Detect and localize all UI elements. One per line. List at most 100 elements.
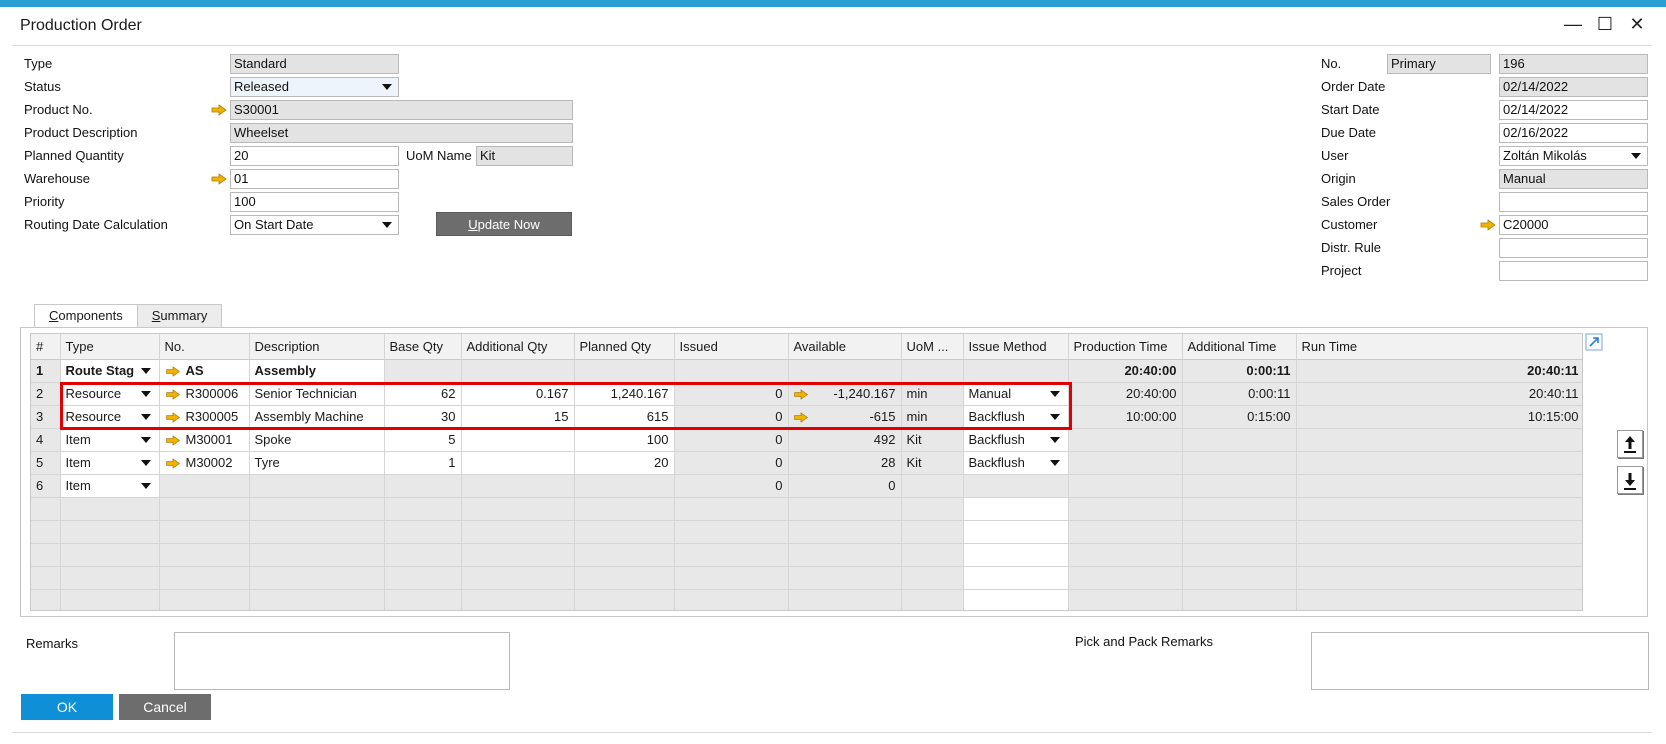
row-planned-qty[interactable]: 615 bbox=[574, 405, 675, 429]
project-field[interactable] bbox=[1499, 261, 1648, 281]
col-header-additional-qty[interactable]: Additional Qty bbox=[461, 334, 575, 360]
row-type-dropdown[interactable]: Route Stag bbox=[60, 359, 160, 383]
col-header-available[interactable]: Available bbox=[788, 334, 902, 360]
arrow-up-icon bbox=[1624, 436, 1636, 453]
col-header-type[interactable]: Type bbox=[60, 334, 160, 360]
row-no-cell[interactable]: R300005 bbox=[159, 405, 250, 429]
row-uom bbox=[901, 474, 964, 498]
col-header-additional-time[interactable]: Additional Time bbox=[1182, 334, 1297, 360]
link-arrow-icon[interactable] bbox=[1480, 219, 1496, 231]
row-description[interactable]: Assembly bbox=[249, 359, 385, 383]
row-additional-qty[interactable] bbox=[461, 451, 575, 475]
row-base-qty[interactable]: 5 bbox=[384, 428, 462, 452]
move-down-button[interactable] bbox=[1617, 466, 1643, 494]
row-additional-qty[interactable]: 15 bbox=[461, 405, 575, 429]
row-no-cell[interactable]: M30002 bbox=[159, 451, 250, 475]
row-no-cell[interactable]: R300006 bbox=[159, 382, 250, 406]
planned-quantity-field[interactable]: 20 bbox=[230, 146, 399, 166]
update-now-button[interactable]: Update Now bbox=[436, 212, 572, 236]
row-additional-qty[interactable]: 0.167 bbox=[461, 382, 575, 406]
col-header-planned-qty[interactable]: Planned Qty bbox=[574, 334, 675, 360]
table-row[interactable]: 4 Item M30001 Spoke 5 100 0 492 Kit Back… bbox=[31, 428, 1582, 452]
link-arrow-icon[interactable] bbox=[793, 412, 809, 423]
series-field[interactable]: Primary bbox=[1387, 54, 1491, 74]
distr-rule-field[interactable] bbox=[1499, 238, 1648, 258]
col-header-issued[interactable]: Issued bbox=[674, 334, 789, 360]
table-row[interactable]: 1 Route Stag AS Assembly 20:40:00 0:00:1… bbox=[31, 359, 1582, 383]
table-row[interactable]: 5 Item M30002 Tyre 1 20 0 28 Kit Backflu… bbox=[31, 451, 1582, 475]
row-issue-method-dropdown[interactable]: Backflush bbox=[963, 451, 1069, 475]
remarks-textarea[interactable] bbox=[174, 632, 510, 690]
col-header-run-time[interactable]: Run Time bbox=[1296, 334, 1582, 360]
col-header-production-time[interactable]: Production Time bbox=[1068, 334, 1183, 360]
table-row[interactable]: 3 Resource R300005 Assembly Machine 30 1… bbox=[31, 405, 1582, 429]
row-type-dropdown[interactable]: Item bbox=[60, 474, 160, 498]
routing-date-calculation-dropdown[interactable]: On Start Date bbox=[230, 215, 399, 235]
expand-icon[interactable] bbox=[1585, 333, 1603, 351]
pick-pack-remarks-textarea[interactable] bbox=[1311, 632, 1649, 690]
link-arrow-icon[interactable] bbox=[165, 458, 181, 469]
row-no-cell[interactable]: M30001 bbox=[159, 428, 250, 452]
row-description[interactable]: Senior Technician bbox=[249, 382, 385, 406]
row-base-qty bbox=[384, 359, 462, 383]
row-description[interactable] bbox=[249, 474, 385, 498]
row-description[interactable]: Tyre bbox=[249, 451, 385, 475]
maximize-icon[interactable]: ☐ bbox=[1596, 14, 1614, 34]
row-no-cell[interactable]: AS bbox=[159, 359, 250, 383]
row-issue-method-dropdown[interactable]: Backflush bbox=[963, 405, 1069, 429]
row-type-dropdown[interactable]: Resource bbox=[60, 405, 160, 429]
row-base-qty[interactable]: 1 bbox=[384, 451, 462, 475]
row-planned-qty[interactable]: 100 bbox=[574, 428, 675, 452]
move-up-button[interactable] bbox=[1617, 430, 1643, 458]
link-arrow-icon[interactable] bbox=[165, 389, 181, 400]
sales-order-field[interactable] bbox=[1499, 192, 1648, 212]
user-dropdown[interactable]: Zoltán Mikolás bbox=[1499, 146, 1648, 166]
row-description[interactable]: Spoke bbox=[249, 428, 385, 452]
ok-button[interactable]: OK bbox=[21, 694, 113, 720]
row-issue-method-dropdown[interactable]: Backflush bbox=[963, 428, 1069, 452]
row-description[interactable]: Assembly Machine bbox=[249, 405, 385, 429]
due-date-field[interactable]: 02/16/2022 bbox=[1499, 123, 1648, 143]
row-number: 2 bbox=[31, 382, 61, 406]
row-production-time bbox=[1068, 451, 1183, 475]
col-header-base-qty[interactable]: Base Qty bbox=[384, 334, 462, 360]
table-row[interactable]: 2 Resource R300006 Senior Technician 62 … bbox=[31, 382, 1582, 406]
row-type-dropdown[interactable]: Resource bbox=[60, 382, 160, 406]
status-dropdown[interactable]: Released bbox=[230, 77, 399, 97]
warehouse-field[interactable]: 01 bbox=[230, 169, 399, 189]
product-no-field[interactable]: S30001 bbox=[230, 100, 573, 120]
link-arrow-icon[interactable] bbox=[211, 104, 227, 116]
col-header-no[interactable]: No. bbox=[159, 334, 250, 360]
customer-field[interactable]: C20000 bbox=[1499, 215, 1648, 235]
close-icon[interactable]: ✕ bbox=[1628, 14, 1646, 34]
col-header-issue-method[interactable]: Issue Method bbox=[963, 334, 1069, 360]
row-no-cell[interactable] bbox=[159, 474, 250, 498]
row-type-dropdown[interactable]: Item bbox=[60, 451, 160, 475]
row-base-qty[interactable]: 62 bbox=[384, 382, 462, 406]
link-arrow-icon[interactable] bbox=[165, 412, 181, 423]
link-arrow-icon[interactable] bbox=[211, 173, 227, 185]
row-planned-qty[interactable]: 1,240.167 bbox=[574, 382, 675, 406]
table-row[interactable]: 6 Item 0 0 bbox=[31, 474, 1582, 498]
start-date-field[interactable]: 02/14/2022 bbox=[1499, 100, 1648, 120]
minimize-icon[interactable]: — bbox=[1564, 14, 1582, 34]
col-header-num[interactable]: # bbox=[31, 334, 61, 360]
link-arrow-icon[interactable] bbox=[165, 366, 181, 377]
row-issued bbox=[674, 359, 789, 383]
tab-summary[interactable]: Summary bbox=[136, 304, 223, 328]
tab-components[interactable]: Components bbox=[34, 304, 138, 329]
row-planned-qty[interactable]: 20 bbox=[574, 451, 675, 475]
row-number: 6 bbox=[31, 474, 61, 498]
row-type-dropdown[interactable]: Item bbox=[60, 428, 160, 452]
col-header-description[interactable]: Description bbox=[249, 334, 385, 360]
cancel-button[interactable]: Cancel bbox=[119, 694, 211, 720]
link-arrow-icon[interactable] bbox=[793, 389, 809, 400]
row-number: 1 bbox=[31, 359, 61, 383]
row-additional-qty[interactable] bbox=[461, 428, 575, 452]
priority-field[interactable]: 100 bbox=[230, 192, 399, 212]
link-arrow-icon[interactable] bbox=[165, 435, 181, 446]
row-available: 492 bbox=[788, 428, 902, 452]
col-header-uom[interactable]: UoM ... bbox=[901, 334, 964, 360]
row-issue-method-dropdown[interactable]: Manual bbox=[963, 382, 1069, 406]
row-base-qty[interactable]: 30 bbox=[384, 405, 462, 429]
